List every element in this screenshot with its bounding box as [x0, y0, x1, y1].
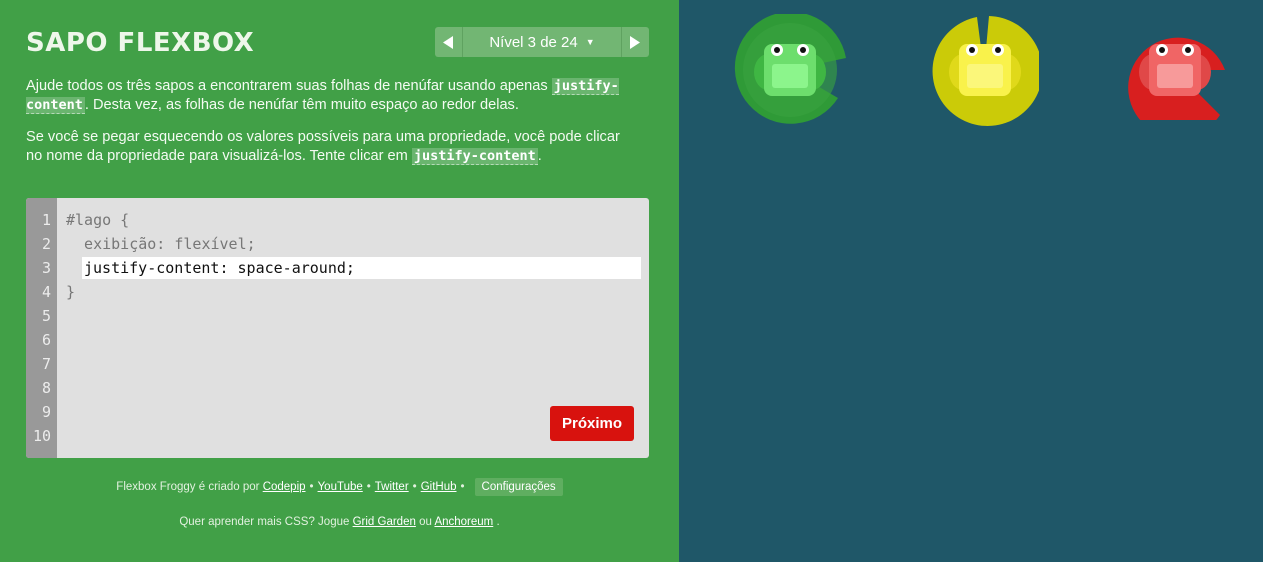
caret-down-icon: ▼ — [585, 37, 595, 47]
line-number: 4 — [41, 283, 51, 301]
instructions-text: Ajude todos os três sapos a encontrarem … — [26, 78, 552, 94]
triangle-left-icon — [443, 35, 453, 49]
frog-green — [752, 36, 828, 107]
line-number: 2 — [41, 235, 51, 253]
instructions-paragraph-2: Se você se pegar esquecendo os valores p… — [26, 128, 636, 166]
more-games-text: ou — [419, 516, 432, 528]
github-link[interactable]: GitHub — [421, 481, 457, 493]
pond-board — [679, 0, 1263, 562]
property-justify-content-link[interactable]: justify-content — [411, 148, 538, 165]
more-games-text: . — [496, 516, 500, 528]
credits-line: Flexbox Froggy é criado por Codepip • YouT… — [0, 478, 679, 496]
level-navigation: Nível 3 de 24 ▼ — [435, 27, 649, 57]
bullet-separator: • — [412, 481, 417, 493]
frog-yellow — [947, 36, 1023, 107]
css-code-input[interactable] — [82, 257, 641, 279]
line-number: 3 — [41, 259, 51, 277]
credits-text: Flexbox Froggy é criado por — [116, 481, 260, 493]
level-label: Nível 3 de 24 — [489, 33, 578, 51]
grid-garden-link[interactable]: Grid Garden — [353, 516, 416, 528]
app-title: SAPO FLEXBOX — [26, 28, 255, 58]
instructions: Ajude todos os três sapos a encontrarem … — [26, 77, 636, 179]
more-games-line: Quer aprender mais CSS? Jogue Grid Garde… — [0, 516, 679, 528]
line-number: 1 — [41, 211, 51, 229]
line-number: 8 — [41, 379, 51, 397]
level-indicator-dropdown[interactable]: Nível 3 de 24 ▼ — [463, 27, 621, 57]
frog-red — [1137, 36, 1213, 107]
more-games-text: Quer aprender mais CSS? Jogue — [179, 516, 350, 528]
line-number: 5 — [41, 307, 51, 325]
bullet-separator: • — [309, 481, 314, 493]
line-number: 9 — [41, 403, 51, 421]
instructions-paragraph-1: Ajude todos os três sapos a encontrarem … — [26, 77, 636, 115]
code-line-close-brace: } — [66, 283, 76, 301]
line-number-gutter: 1 2 3 4 5 6 7 8 9 10 — [26, 198, 57, 458]
settings-button[interactable]: Configurações — [474, 478, 563, 496]
next-level-button[interactable] — [621, 27, 649, 57]
line-number: 6 — [41, 331, 51, 349]
instructions-text: . — [537, 148, 542, 164]
triangle-right-icon — [630, 35, 640, 49]
code-line-display: exibição: flexível; — [66, 235, 256, 253]
bullet-separator: • — [460, 481, 465, 493]
sidebar: SAPO FLEXBOX Nível 3 de 24 ▼ Ajude todos… — [0, 0, 679, 562]
previous-level-button[interactable] — [435, 27, 463, 57]
css-editor: 1 2 3 4 5 6 7 8 9 10 #lago { exibição: f… — [26, 198, 649, 458]
codepip-link[interactable]: Codepip — [263, 481, 306, 493]
youtube-link[interactable]: YouTube — [318, 481, 363, 493]
code-line-selector: #lago { — [66, 211, 130, 229]
bullet-separator: • — [366, 481, 371, 493]
twitter-link[interactable]: Twitter — [375, 481, 409, 493]
line-number: 10 — [32, 427, 51, 445]
anchoreum-link[interactable]: Anchoreum — [434, 516, 493, 528]
instructions-text: . Desta vez, as folhas de nenúfar têm mu… — [84, 97, 519, 113]
line-number: 7 — [41, 355, 51, 373]
next-button[interactable]: Próximo — [550, 406, 634, 441]
